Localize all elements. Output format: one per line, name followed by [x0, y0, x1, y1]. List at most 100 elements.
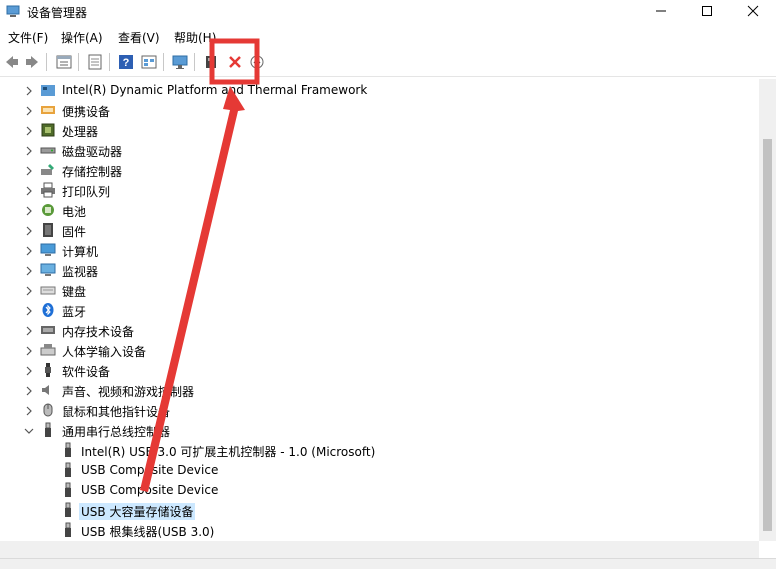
folder-icon [40, 82, 56, 98]
chevron-right-icon[interactable] [24, 225, 34, 236]
vertical-scrollbar[interactable] [759, 79, 776, 541]
chevron-right-icon[interactable] [24, 385, 34, 396]
chevron-right-icon[interactable] [24, 165, 34, 176]
uninstall-device-icon[interactable] [226, 53, 244, 71]
device-category[interactable]: 打印队列 [0, 180, 756, 200]
scrollbar-thumb[interactable] [763, 139, 772, 531]
device-label: Intel(R) Dynamic Platform and Thermal Fr… [62, 83, 368, 97]
device-item[interactable]: USB Composite Device [0, 460, 756, 480]
device-item[interactable]: USB Composite Device [0, 480, 756, 500]
document-icon[interactable] [86, 53, 104, 71]
device-manager-icon [6, 4, 20, 18]
chevron-right-icon[interactable] [24, 205, 34, 216]
toolbar-separator [78, 53, 79, 71]
window-title: 设备管理器 [27, 6, 88, 20]
device-label: USB Composite Device [81, 463, 219, 477]
title-bar: 设备管理器 [0, 0, 776, 24]
device-item[interactable]: USB 根集线器(USB 3.0) [0, 520, 756, 540]
device-category[interactable]: 计算机 [0, 240, 756, 260]
device-category[interactable]: 内存技术设备 [0, 320, 756, 340]
usb-icon [40, 422, 56, 438]
menu-action[interactable]: 操作(A) [61, 29, 103, 46]
usb-icon [60, 462, 76, 478]
device-item[interactable]: Intel(R) USB 3.0 可扩展主机控制器 - 1.0 (Microso… [0, 440, 756, 460]
device-category[interactable]: 便携设备 [0, 100, 756, 120]
usb-icon [60, 522, 76, 538]
chevron-right-icon[interactable] [24, 365, 34, 376]
device-category[interactable]: 声音、视频和游戏控制器 [0, 380, 756, 400]
back-arrow-icon[interactable] [3, 53, 21, 71]
view-icon[interactable] [140, 53, 158, 71]
device-label: USB 根集线器(USB 3.0) [81, 525, 215, 539]
computer-icon [40, 242, 56, 258]
device-category[interactable]: 监视器 [0, 260, 756, 280]
download-icon[interactable] [248, 53, 266, 71]
menu-view[interactable]: 查看(V) [118, 29, 160, 46]
processor-icon [40, 122, 56, 138]
chevron-right-icon[interactable] [24, 305, 34, 316]
horizontal-scrollbar[interactable] [0, 541, 759, 558]
close-button[interactable] [730, 0, 776, 22]
device-label: 监视器 [62, 265, 99, 279]
device-category[interactable]: 通用串行总线控制器 [0, 420, 756, 440]
chevron-right-icon[interactable] [24, 125, 34, 136]
firmware-icon [40, 222, 56, 238]
device-category[interactable]: 磁盘驱动器 [0, 140, 756, 160]
menu-help[interactable]: 帮助(H) [174, 29, 216, 46]
menu-bar: 文件(F) 操作(A) 查看(V) 帮助(H) [0, 24, 776, 48]
svg-text:?: ? [123, 57, 130, 69]
monitor-icon [40, 262, 56, 278]
device-category[interactable]: 蓝牙 [0, 300, 756, 320]
device-label: 软件设备 [62, 365, 111, 379]
device-category[interactable]: 键盘 [0, 280, 756, 300]
portable-device-icon [40, 102, 56, 118]
forward-arrow-icon[interactable] [23, 53, 41, 71]
device-category[interactable]: 处理器 [0, 120, 756, 140]
chevron-right-icon[interactable] [24, 345, 34, 356]
chevron-right-icon[interactable] [24, 145, 34, 156]
device-category[interactable]: 软件设备 [0, 360, 756, 380]
minimize-button[interactable] [638, 0, 684, 22]
device-label: 通用串行总线控制器 [62, 425, 171, 439]
device-category[interactable]: 固件 [0, 220, 756, 240]
chevron-right-icon[interactable] [24, 285, 34, 296]
chevron-right-icon[interactable] [24, 265, 34, 276]
usb-icon [60, 442, 76, 458]
device-item[interactable]: USB 大容量存储设备 [0, 500, 756, 520]
chevron-right-icon[interactable] [24, 85, 34, 96]
device-category[interactable]: 人体学输入设备 [0, 340, 756, 360]
help-icon[interactable]: ? [117, 53, 135, 71]
device-category[interactable]: Intel(R) Dynamic Platform and Thermal Fr… [0, 80, 756, 100]
chevron-right-icon[interactable] [24, 405, 34, 416]
chevron-right-icon[interactable] [24, 185, 34, 196]
device-category[interactable]: 存储控制器 [0, 160, 756, 180]
device-category[interactable]: 电池 [0, 200, 756, 220]
hid-icon [40, 342, 56, 358]
toolbar: ? [0, 48, 776, 77]
usb-icon [60, 482, 76, 498]
update-driver-icon[interactable] [202, 53, 220, 71]
bluetooth-icon [40, 302, 56, 318]
usb-icon [60, 502, 76, 518]
device-label: 打印队列 [62, 185, 111, 199]
device-label: 声音、视频和游戏控制器 [62, 385, 195, 399]
status-bar [0, 558, 776, 569]
maximize-button[interactable] [684, 0, 730, 22]
menu-file[interactable]: 文件(F) [8, 29, 48, 46]
device-label: 便携设备 [62, 105, 111, 119]
device-tree: Intel(R) Dynamic Platform and Thermal Fr… [0, 79, 758, 541]
chevron-right-icon[interactable] [24, 105, 34, 116]
device-category[interactable]: 鼠标和其他指针设备 [0, 400, 756, 420]
device-label: 固件 [62, 225, 87, 239]
keyboard-icon [40, 282, 56, 298]
device-label: 计算机 [62, 245, 99, 259]
properties-icon[interactable] [55, 53, 73, 71]
device-label: 人体学输入设备 [62, 345, 147, 359]
toolbar-separator [194, 53, 195, 71]
scan-hardware-icon[interactable] [171, 53, 189, 71]
chevron-right-icon[interactable] [24, 325, 34, 336]
chevron-down-icon[interactable] [24, 425, 34, 435]
device-label: 鼠标和其他指针设备 [62, 405, 171, 419]
device-label: 蓝牙 [62, 305, 87, 319]
chevron-right-icon[interactable] [24, 245, 34, 256]
